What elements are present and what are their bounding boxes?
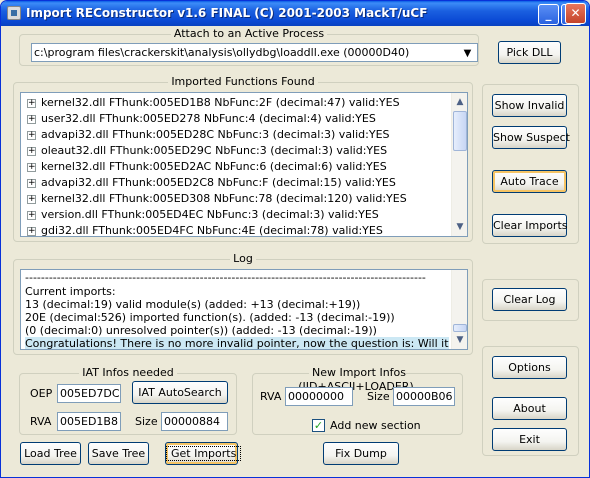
- log-line[interactable]: Congratulations! There is no more invali…: [25, 337, 467, 349]
- get-imports-button[interactable]: Get Imports: [165, 442, 242, 465]
- scroll-thumb[interactable]: [453, 111, 467, 151]
- size-field[interactable]: 00000884: [161, 412, 228, 431]
- new-rva-label: RVA: [260, 390, 282, 403]
- save-tree-button[interactable]: Save Tree: [88, 442, 149, 465]
- iat-autosearch-button[interactable]: IAT AutoSearch: [132, 381, 228, 404]
- window-title: Import REConstructor v1.6 FINAL (C) 2001…: [26, 6, 428, 20]
- tree-row-label: advapi32.dll FThunk:005ED28C NbFunc:3 (d…: [41, 128, 390, 141]
- pick-dll-button[interactable]: Pick DLL: [498, 41, 561, 64]
- iat-group-label-wrap: IAT Infos needed: [20, 366, 236, 380]
- add-section-label[interactable]: Add new section: [330, 419, 421, 433]
- expand-icon[interactable]: +: [27, 178, 36, 188]
- log-line[interactable]: Current imports:: [25, 285, 116, 298]
- log-group-label-wrap: Log: [14, 252, 472, 266]
- tree-row-label: kernel32.dll FThunk:005ED1B8 NbFunc:2F (…: [41, 96, 400, 109]
- tree-row-label: gdi32.dll FThunk:005ED4FC NbFunc:4E (dec…: [41, 224, 383, 237]
- close-button[interactable]: ✕: [565, 3, 586, 24]
- log-scroll-thumb[interactable]: [453, 324, 467, 332]
- rva-label: RVA: [30, 415, 52, 428]
- scroll-down-icon[interactable]: ▼: [452, 219, 467, 235]
- imports-group-label-wrap: Imported Functions Found: [14, 75, 472, 89]
- log-separator: ----------------------------------------…: [25, 271, 426, 284]
- clear-imports-button[interactable]: Clear Imports: [492, 214, 568, 237]
- imports-scrollbar[interactable]: ▲ ▼: [451, 93, 467, 236]
- expand-icon[interactable]: +: [27, 130, 36, 140]
- tree-row[interactable]: + kernel32.dll FThunk:005ED1B8 NbFunc:2F …: [27, 95, 400, 111]
- attach-group-label: Attach to an Active Process: [170, 27, 328, 40]
- load-tree-button[interactable]: Load Tree: [20, 442, 81, 465]
- log-line[interactable]: 20E (decimal:526) imported function(s). …: [25, 311, 395, 324]
- imports-tree[interactable]: + kernel32.dll FThunk:005ED1B8 NbFunc:2F …: [20, 92, 468, 237]
- show-suspect-button[interactable]: Show Suspect: [492, 126, 570, 149]
- expand-icon[interactable]: +: [27, 226, 36, 236]
- app-icon: [7, 6, 21, 20]
- tree-row-label: user32.dll FThunk:005ED278 NbFunc:4 (dec…: [41, 112, 376, 125]
- process-select[interactable]: c:\program files\crackerskit\analysis\ol…: [31, 43, 478, 62]
- rva-field[interactable]: 005ED1B8: [57, 412, 121, 431]
- show-invalid-button[interactable]: Show Invalid: [492, 94, 567, 117]
- tree-row[interactable]: + advapi32.dll FThunk:005ED2C8 NbFunc:F (…: [27, 175, 396, 191]
- scroll-down-icon[interactable]: ▼: [452, 332, 467, 348]
- tree-row-label: oleaut32.dll FThunk:005ED29C NbFunc:3 (d…: [41, 144, 388, 157]
- add-section-checkbox[interactable]: ✓: [312, 419, 325, 432]
- tree-row[interactable]: + oleaut32.dll FThunk:005ED29C NbFunc:3 (…: [27, 143, 387, 159]
- expand-icon[interactable]: +: [27, 162, 36, 172]
- log-group-label: Log: [230, 252, 256, 265]
- expand-icon[interactable]: +: [27, 146, 36, 156]
- oep-field[interactable]: 005ED7DC: [57, 384, 121, 403]
- options-button[interactable]: Options: [492, 356, 567, 379]
- new-size-field[interactable]: 00000B06: [393, 387, 455, 406]
- chevron-down-icon[interactable]: ▼: [459, 45, 476, 61]
- expand-icon[interactable]: +: [27, 194, 36, 204]
- tree-row[interactable]: + user32.dll FThunk:005ED278 NbFunc:4 (de…: [27, 111, 376, 127]
- tree-row[interactable]: + version.dll FThunk:005ED4EC NbFunc:3 (d…: [27, 207, 379, 223]
- tree-row-label: kernel32.dll FThunk:005ED308 NbFunc:78 (…: [41, 192, 407, 205]
- expand-icon[interactable]: +: [27, 114, 36, 124]
- auto-trace-button[interactable]: Auto Trace: [492, 170, 567, 193]
- log-list[interactable]: ----------------------------------------…: [20, 269, 468, 350]
- tree-row[interactable]: + kernel32.dll FThunk:005ED308 NbFunc:78 …: [27, 191, 407, 207]
- tree-row[interactable]: + gdi32.dll FThunk:005ED4FC NbFunc:4E (de…: [27, 223, 383, 237]
- expand-icon[interactable]: +: [27, 98, 36, 108]
- minimize-button[interactable]: _: [538, 4, 559, 25]
- attach-group-label-wrap: Attach to an Active Process: [20, 27, 478, 41]
- tree-row-label: version.dll FThunk:005ED4EC NbFunc:3 (de…: [41, 208, 379, 221]
- new-size-label: Size: [367, 390, 390, 403]
- oep-label: OEP: [30, 387, 53, 400]
- iat-group-label: IAT Infos needed: [79, 366, 177, 379]
- title-bar[interactable]: Import REConstructor v1.6 FINAL (C) 2001…: [1, 1, 589, 26]
- process-select-value: c:\program files\crackerskit\analysis\ol…: [34, 46, 410, 59]
- log-line[interactable]: (0 (decimal:0) unresolved pointer(s)) (a…: [25, 324, 377, 337]
- tree-row[interactable]: + advapi32.dll FThunk:005ED28C NbFunc:3 (…: [27, 127, 390, 143]
- tree-row-label: advapi32.dll FThunk:005ED2C8 NbFunc:F (d…: [41, 176, 396, 189]
- size-label: Size: [135, 415, 158, 428]
- imports-group-label: Imported Functions Found: [168, 75, 318, 88]
- tree-row-label: kernel32.dll FThunk:005ED2AC NbFunc:6 (d…: [41, 160, 387, 173]
- clear-log-button[interactable]: Clear Log: [492, 288, 567, 311]
- log-line[interactable]: 13 (decimal:19) valid module(s) (added: …: [25, 298, 360, 311]
- scroll-up-icon[interactable]: ▲: [452, 94, 467, 110]
- get-imports-label: Get Imports: [166, 446, 242, 461]
- new-rva-field[interactable]: 00000000: [285, 387, 353, 406]
- main-window: Import REConstructor v1.6 FINAL (C) 2001…: [0, 0, 590, 478]
- log-scrollbar[interactable]: ▼: [451, 270, 467, 349]
- expand-icon[interactable]: +: [27, 210, 36, 220]
- about-button[interactable]: About: [492, 397, 567, 420]
- exit-button[interactable]: Exit: [492, 428, 567, 451]
- tree-row[interactable]: + kernel32.dll FThunk:005ED2AC NbFunc:6 (…: [27, 159, 387, 175]
- fix-dump-button[interactable]: Fix Dump: [323, 442, 399, 465]
